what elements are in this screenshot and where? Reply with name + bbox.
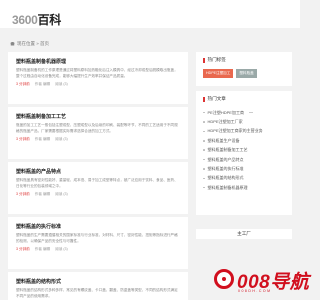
logo-text: 百科 bbox=[37, 13, 62, 27]
list-item[interactable]: 塑料瓶盖的产品特点 bbox=[203, 155, 285, 164]
article-title[interactable]: 塑料瓶盖的结构形式 bbox=[16, 278, 180, 285]
dash-icon bbox=[248, 112, 253, 114]
breadcrumb-text[interactable]: 现在位置 » 首页 bbox=[17, 41, 49, 46]
bullet-icon bbox=[203, 140, 205, 142]
article-meta-time: 3 分钟前 bbox=[16, 192, 30, 197]
watermark-subtext: 008DH.COM bbox=[238, 289, 272, 293]
article-title[interactable]: 塑料瓶盖的执行标准 bbox=[16, 223, 180, 230]
list-item-label: 塑料瓶盖制备机器原理 bbox=[207, 184, 248, 190]
article-card: 塑料瓶盖制备加工工艺 瓶盖的加工工艺一般包括注塑成型、压塑成型以及后续的印刷、装… bbox=[8, 107, 188, 159]
list-item[interactable]: 塑料瓶盖生产设备 bbox=[203, 136, 285, 145]
sidebar-bottom-title: 主工厂 bbox=[196, 229, 292, 239]
list-item[interactable]: 塑料瓶盖的执行标准 bbox=[203, 164, 285, 173]
list-item[interactable]: 塑料瓶盖制备加工工艺 bbox=[203, 146, 285, 155]
list-item[interactable]: 塑料瓶盖制备机器原理 bbox=[203, 183, 285, 192]
site-header: 3600百科 bbox=[0, 0, 300, 28]
article-meta: 3 分钟前 作者 编辑 阅读 (3) bbox=[16, 192, 180, 197]
article-meta-time: 3 分钟前 bbox=[16, 82, 30, 87]
watermark-ring-icon bbox=[214, 269, 234, 289]
article-meta: 3 分钟前 作者 编辑 阅读 (3) bbox=[16, 247, 180, 252]
article-meta-author: 作者 编辑 bbox=[34, 82, 51, 87]
hot-tag[interactable]: HDPE注塑加工 bbox=[203, 69, 234, 78]
breadcrumb: 现在位置 » 首页 bbox=[10, 41, 49, 47]
list-item-label: HDPE注塑加工商家的主营业务 bbox=[207, 128, 263, 134]
list-item-label: HDPE注塑加工厂家 bbox=[207, 119, 243, 125]
hot-tags-heading: 热门标签 bbox=[203, 57, 285, 63]
article-excerpt: 塑料瓶盖制备机的工作原理是通过将塑料原料加热融化后注入模具中，经过冷却成型后脱模… bbox=[16, 68, 178, 78]
bullet-icon bbox=[203, 168, 205, 170]
bullet-icon bbox=[203, 149, 205, 151]
site-logo[interactable]: 3600百科 bbox=[12, 11, 61, 28]
bullet-icon bbox=[203, 130, 205, 133]
popular-articles-heading: 热门文章 bbox=[203, 96, 285, 102]
article-meta-views: 阅读 (3) bbox=[55, 247, 68, 252]
logo-number: 3600 bbox=[12, 13, 38, 27]
article-meta-author: 作者 编辑 bbox=[34, 247, 51, 252]
article-excerpt: 塑料瓶盖的结构形式多种多样，常见的有螺纹盖、卡口盖、翻盖、防盗盖等类型，不同的结… bbox=[16, 288, 178, 298]
heading-marker bbox=[203, 96, 205, 102]
bullet-icon bbox=[203, 158, 205, 161]
list-item[interactable]: HDPE注塑加工厂家 bbox=[203, 117, 285, 126]
article-excerpt: 塑料瓶盖具有密封性能好、重量轻、成本低、易于加工成型等特点，被广泛应用于饮料、食… bbox=[16, 178, 178, 188]
article-title[interactable]: 塑料瓶盖制备机器原理 bbox=[16, 58, 180, 65]
hot-tags-list: HDPE注塑加工 塑料瓶盖 bbox=[203, 69, 285, 78]
list-item[interactable]: PE注塑HDPE加工商 bbox=[203, 108, 285, 117]
article-meta-author: 作者 编辑 bbox=[34, 137, 51, 142]
heading-marker bbox=[203, 57, 205, 63]
article-meta-author: 作者 编辑 bbox=[34, 192, 51, 197]
article-excerpt: 瓶盖的加工工艺一般包括注塑成型、压塑成型以及后续的印刷、装配等环节，不同的工艺适… bbox=[16, 123, 178, 133]
list-item-label: 塑料瓶盖的执行标准 bbox=[207, 165, 244, 171]
popular-articles-list: PE注塑HDPE加工商 HDPE注塑加工厂家 HDPE注塑加工商家的主营业务 塑… bbox=[203, 108, 285, 192]
article-meta-views: 阅读 (3) bbox=[55, 192, 68, 197]
popular-articles-panel: 热门文章 PE注塑HDPE加工商 HDPE注塑加工厂家 HDPE注塑加工商家的主… bbox=[196, 91, 292, 215]
list-item-label: 塑料瓶盖的结构形式 bbox=[207, 175, 244, 181]
article-title[interactable]: 塑料瓶盖的产品特点 bbox=[16, 168, 180, 175]
list-item-label: PE注塑HDPE加工商 bbox=[207, 109, 244, 115]
hot-tag[interactable]: 塑料瓶盖 bbox=[236, 69, 257, 78]
bullet-icon bbox=[203, 177, 205, 180]
article-meta-views: 阅读 (3) bbox=[55, 82, 68, 87]
list-item[interactable]: HDPE注塑加工商家的主营业务 bbox=[203, 127, 285, 136]
list-item-label: 塑料瓶盖的产品特点 bbox=[207, 156, 244, 162]
hot-tags-heading-label: 热门标签 bbox=[207, 57, 226, 62]
article-meta: 3 分钟前 作者 编辑 阅读 (3) bbox=[16, 137, 180, 142]
list-item-label: 塑料瓶盖制备加工工艺 bbox=[207, 147, 248, 153]
article-meta-time: 3 分钟前 bbox=[16, 247, 30, 252]
watermark-logo: 008导航 008DH.COM bbox=[214, 264, 309, 294]
article-meta: 3 分钟前 作者 编辑 阅读 (3) bbox=[16, 82, 180, 87]
article-card: 塑料瓶盖制备机器原理 塑料瓶盖制备机的工作原理是通过将塑料原料加热融化后注入模具… bbox=[8, 52, 188, 104]
list-item[interactable]: 塑料瓶盖的结构形式 bbox=[203, 174, 285, 183]
article-card: 塑料瓶盖的结构形式 塑料瓶盖的结构形式多种多样，常见的有螺纹盖、卡口盖、翻盖、防… bbox=[8, 272, 188, 300]
home-icon bbox=[10, 41, 15, 46]
hot-tags-panel: 热门标签 HDPE注塑加工 塑料瓶盖 bbox=[196, 52, 292, 86]
article-title[interactable]: 塑料瓶盖制备加工工艺 bbox=[16, 113, 180, 120]
bullet-icon bbox=[203, 111, 205, 114]
article-card: 塑料瓶盖的产品特点 塑料瓶盖具有密封性能好、重量轻、成本低、易于加工成型等特点，… bbox=[8, 162, 188, 214]
article-card: 塑料瓶盖的执行标准 塑料瓶盖的生产需要遵循相关的国家标准与行业标准，对材料、尺寸… bbox=[8, 217, 188, 269]
article-meta-views: 阅读 (3) bbox=[55, 137, 68, 142]
list-item-label: 塑料瓶盖生产设备 bbox=[207, 137, 240, 143]
bullet-icon bbox=[203, 121, 205, 123]
article-meta-time: 3 分钟前 bbox=[16, 137, 30, 142]
bullet-icon bbox=[203, 186, 205, 189]
article-excerpt: 塑料瓶盖的生产需要遵循相关的国家标准与行业标准，对材料、尺寸、密封性能、扭矩等指… bbox=[16, 233, 178, 243]
popular-articles-heading-label: 热门文章 bbox=[207, 96, 226, 101]
